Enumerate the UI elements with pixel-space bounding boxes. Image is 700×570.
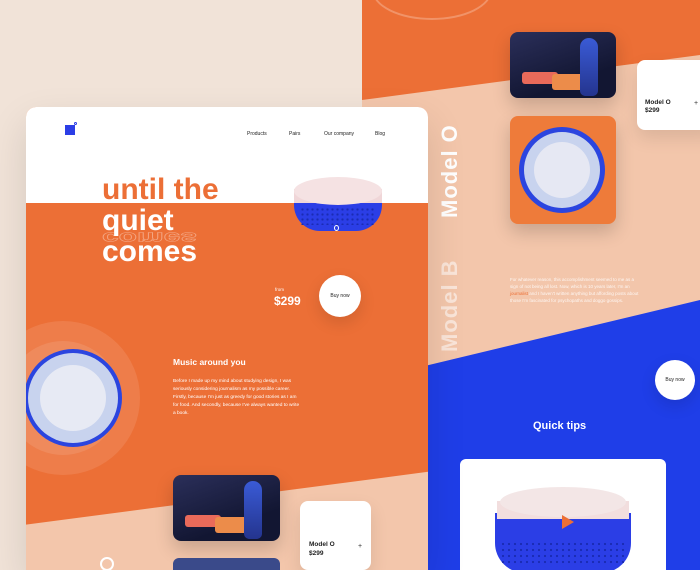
- price-from-label: from: [275, 287, 284, 292]
- decor-figure-image: [244, 481, 262, 539]
- product-photo-thumbnail-2[interactable]: [173, 558, 280, 570]
- vertical-title-model-b: Model B: [437, 259, 462, 352]
- nav-products[interactable]: Products: [247, 131, 267, 137]
- paragraph-text-end: and I haven't written anything but affor…: [510, 291, 639, 303]
- add-icon[interactable]: +: [358, 543, 362, 550]
- product-price: $299: [645, 107, 660, 114]
- quick-tips-heading: Quick tips: [533, 420, 587, 432]
- vertical-title-model-o: Model O: [437, 124, 462, 218]
- paragraph-text: For whatever reason, this accomplishment…: [510, 277, 635, 289]
- right-paragraph: For whatever reason, this accomplishment…: [510, 276, 640, 304]
- buy-now-button[interactable]: Buy now: [655, 360, 695, 400]
- speaker-top: [294, 177, 382, 205]
- speaker-grille: [500, 541, 626, 567]
- section-text: Before I made up my mind about studying …: [173, 379, 300, 416]
- product-card[interactable]: Model O $299 +: [637, 60, 700, 130]
- product-photo-wall[interactable]: [510, 116, 616, 224]
- landing-page-mockup: Products Pairs Our company Blog until th…: [26, 107, 428, 570]
- speaker-logo-icon: [334, 225, 339, 231]
- play-icon[interactable]: [562, 515, 574, 529]
- paragraph-highlight[interactable]: journalist: [510, 291, 528, 296]
- product-photo-thumbnail[interactable]: [173, 475, 280, 541]
- speaker-grille: [300, 207, 376, 225]
- brand-logo-icon[interactable]: [65, 125, 75, 135]
- puck-face: [40, 365, 106, 431]
- hero-reflection: comes: [102, 228, 198, 247]
- decor-figure-image: [580, 38, 598, 96]
- nav-our-company[interactable]: Our company: [324, 131, 354, 137]
- quick-tips-video-card[interactable]: [460, 459, 666, 570]
- hero-line-1: until the: [102, 173, 219, 206]
- model-o-letter-icon: [100, 557, 114, 570]
- speaker-top-image: [500, 487, 626, 517]
- hero-heading: until the quiet comes: [102, 174, 219, 267]
- product-price: $299: [309, 550, 324, 557]
- product-photo-thumbnail[interactable]: [510, 32, 616, 98]
- product-model: Model O: [309, 541, 335, 548]
- product-model: Model O: [645, 99, 671, 106]
- speaker-face-image: [534, 142, 590, 198]
- section-title: Music around you: [173, 357, 246, 367]
- hero-price: $299: [274, 294, 301, 308]
- hero-buy-now-button[interactable]: Buy now: [319, 275, 361, 317]
- brand-logo-mark-icon: [74, 122, 77, 125]
- product-card[interactable]: Model O $299 +: [300, 501, 371, 570]
- nav-blog[interactable]: Blog: [375, 131, 385, 137]
- add-icon[interactable]: +: [694, 100, 698, 107]
- nav-pairs[interactable]: Pairs: [289, 131, 300, 137]
